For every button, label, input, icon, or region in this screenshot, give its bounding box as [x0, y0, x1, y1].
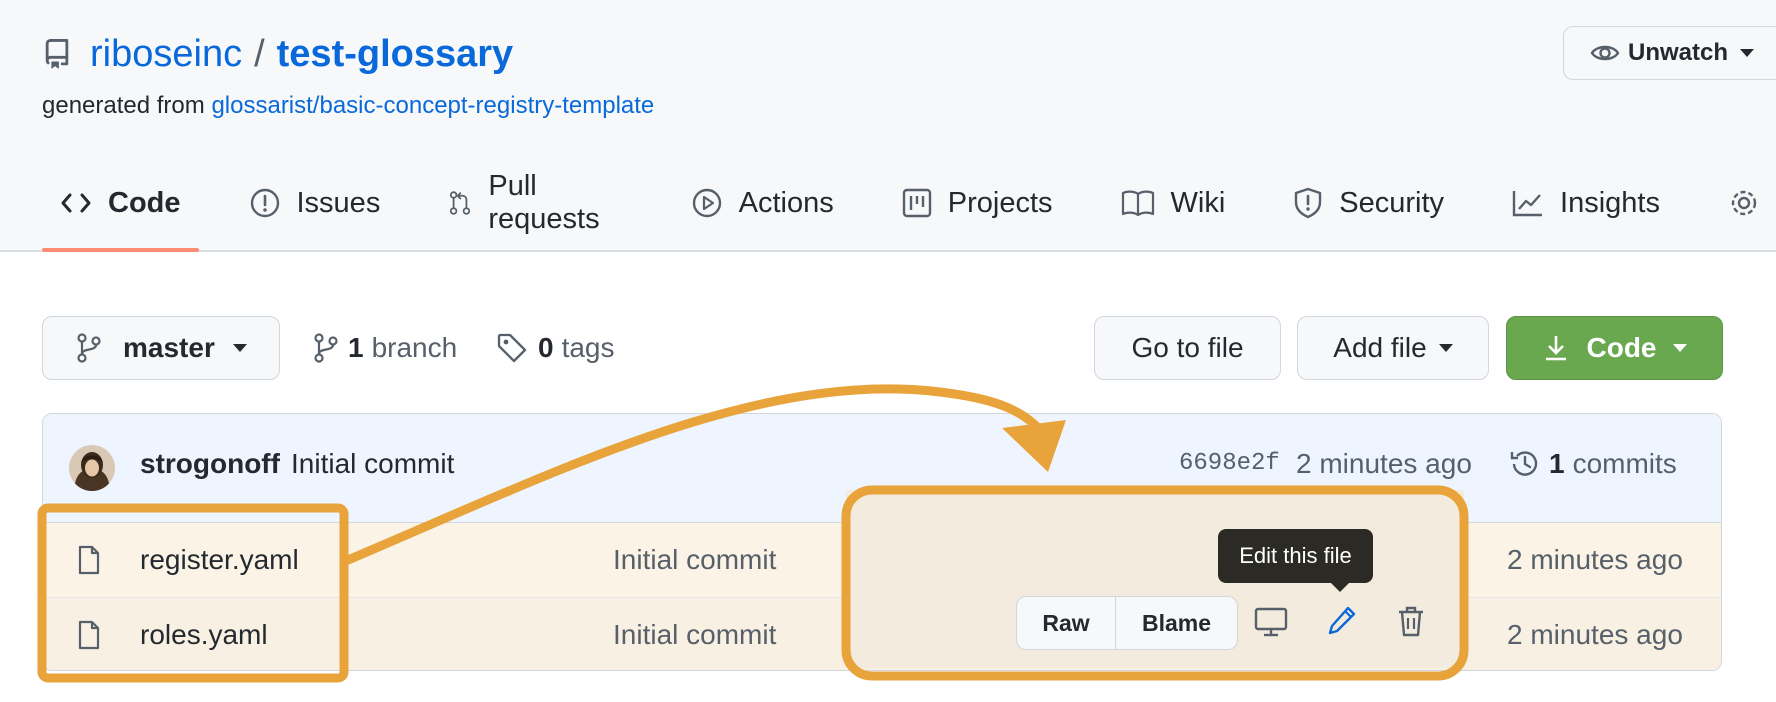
- project-icon: [902, 188, 931, 218]
- unwatch-button[interactable]: Unwatch: [1563, 26, 1776, 80]
- tab-code-label: Code: [108, 186, 181, 219]
- pull-request-icon: [450, 191, 471, 215]
- commit-hash[interactable]: 6698e2f: [1179, 450, 1280, 477]
- repo-separator: /: [254, 32, 265, 75]
- tab-security[interactable]: Security: [1275, 170, 1462, 250]
- tab-security-label: Security: [1339, 186, 1445, 219]
- branch-icon: [77, 333, 101, 363]
- file-action-group: Raw Blame: [1016, 596, 1238, 650]
- commit-word: commits: [1572, 448, 1677, 479]
- desktop-icon[interactable]: [1254, 606, 1288, 643]
- repo-tabs: Code Issues Pull requests Actions Projec…: [42, 170, 1776, 252]
- tooltip-arrow: [1330, 582, 1350, 592]
- latest-commit-row: strogonoff Initial commit 6698e2f 2 minu…: [43, 414, 1721, 523]
- code-icon: [61, 193, 91, 213]
- tab-code[interactable]: Code: [42, 170, 199, 252]
- file-table: strogonoff Initial commit 6698e2f 2 minu…: [42, 413, 1722, 671]
- tab-projects-label: Projects: [947, 186, 1053, 219]
- branch-word: branch: [371, 332, 458, 363]
- history-icon: [1510, 451, 1538, 476]
- add-file-button[interactable]: Add file: [1297, 316, 1489, 380]
- code-download-label: Code: [1586, 332, 1657, 363]
- commit-history-link[interactable]: 1 commits: [1509, 444, 1677, 484]
- file-time: 2 minutes ago: [1507, 544, 1683, 575]
- generated-from: generated from glossarist/basic-concept-…: [42, 92, 654, 120]
- tab-issues-label: Issues: [296, 186, 381, 219]
- chevron-down-icon: [1740, 49, 1755, 57]
- blame-button[interactable]: Blame: [1116, 596, 1238, 650]
- file-commit-message[interactable]: Initial commit: [613, 523, 776, 597]
- gear-icon: [1731, 190, 1757, 216]
- go-to-file-label: Go to file: [1131, 332, 1244, 363]
- commit-time: 2 minutes ago: [1296, 448, 1472, 479]
- file-name[interactable]: register.yaml: [140, 523, 299, 597]
- file-time: 2 minutes ago: [1507, 619, 1683, 650]
- branch-count-link[interactable]: 1 branch: [314, 316, 457, 380]
- tab-insights[interactable]: Insights: [1494, 170, 1678, 250]
- commit-count: 1: [1549, 448, 1565, 479]
- eye-icon: [1590, 45, 1620, 61]
- raw-label: Raw: [1042, 609, 1090, 636]
- code-download-button[interactable]: Code: [1506, 316, 1723, 380]
- blame-label: Blame: [1141, 609, 1212, 636]
- file-row[interactable]: roles.yaml Initial commit 2 minutes ago: [43, 598, 1721, 670]
- tag-word: tags: [561, 332, 615, 363]
- file-icon: [77, 598, 101, 670]
- go-to-file-button[interactable]: Go to file: [1094, 316, 1281, 380]
- commit-author[interactable]: strogonoff: [140, 448, 280, 480]
- tab-actions[interactable]: Actions: [673, 170, 852, 250]
- tab-projects[interactable]: Projects: [884, 170, 1071, 250]
- template-link[interactable]: glossarist/basic-concept-registry-templa…: [211, 92, 654, 119]
- branch-icon: [314, 333, 338, 363]
- chevron-down-icon: [232, 344, 247, 352]
- edit-file-tooltip: Edit this file: [1218, 529, 1373, 583]
- tab-issues[interactable]: Issues: [231, 170, 399, 250]
- chevron-down-icon: [1438, 344, 1453, 352]
- avatar[interactable]: [69, 445, 115, 491]
- tab-pull-requests[interactable]: Pull requests: [430, 170, 640, 250]
- repo-title: riboseinc / test-glossary: [42, 30, 513, 78]
- trash-icon[interactable]: [1396, 604, 1426, 643]
- tag-icon: [497, 333, 527, 363]
- tab-wiki-label: Wiki: [1170, 186, 1226, 219]
- issue-icon: [250, 188, 279, 218]
- file-commit-message[interactable]: Initial commit: [613, 598, 776, 670]
- tag-count-link[interactable]: 0 tags: [496, 316, 615, 380]
- raw-button[interactable]: Raw: [1016, 596, 1116, 650]
- tag-count: 0: [538, 332, 554, 363]
- branch-name: master: [123, 332, 215, 363]
- pencil-icon[interactable]: [1326, 604, 1358, 643]
- tab-settings[interactable]: [1710, 170, 1776, 250]
- unwatch-label: Unwatch: [1628, 39, 1729, 66]
- tooltip-label: Edit this file: [1239, 543, 1352, 568]
- tab-pull-requests-label: Pull requests: [488, 170, 600, 235]
- generated-from-label: generated from: [42, 92, 205, 119]
- play-icon: [692, 188, 721, 218]
- add-file-label: Add file: [1333, 332, 1427, 363]
- branch-select-button[interactable]: master: [42, 316, 280, 380]
- tab-insights-label: Insights: [1560, 186, 1660, 219]
- branch-count: 1: [348, 332, 364, 363]
- commit-message[interactable]: Initial commit: [291, 448, 454, 480]
- tab-actions-label: Actions: [738, 186, 834, 219]
- shield-icon: [1295, 187, 1322, 219]
- graph-icon: [1512, 191, 1543, 217]
- file-icon: [77, 523, 101, 597]
- repo-name-link[interactable]: test-glossary: [277, 33, 514, 76]
- chevron-down-icon: [1672, 344, 1687, 352]
- tab-wiki[interactable]: Wiki: [1103, 170, 1244, 250]
- repo-owner-link[interactable]: riboseinc: [90, 33, 242, 76]
- repo-icon: [45, 39, 69, 69]
- book-icon: [1121, 190, 1154, 217]
- file-name[interactable]: roles.yaml: [140, 598, 268, 670]
- file-row[interactable]: register.yaml Initial commit 2 minutes a…: [43, 523, 1721, 598]
- download-icon: [1545, 336, 1566, 361]
